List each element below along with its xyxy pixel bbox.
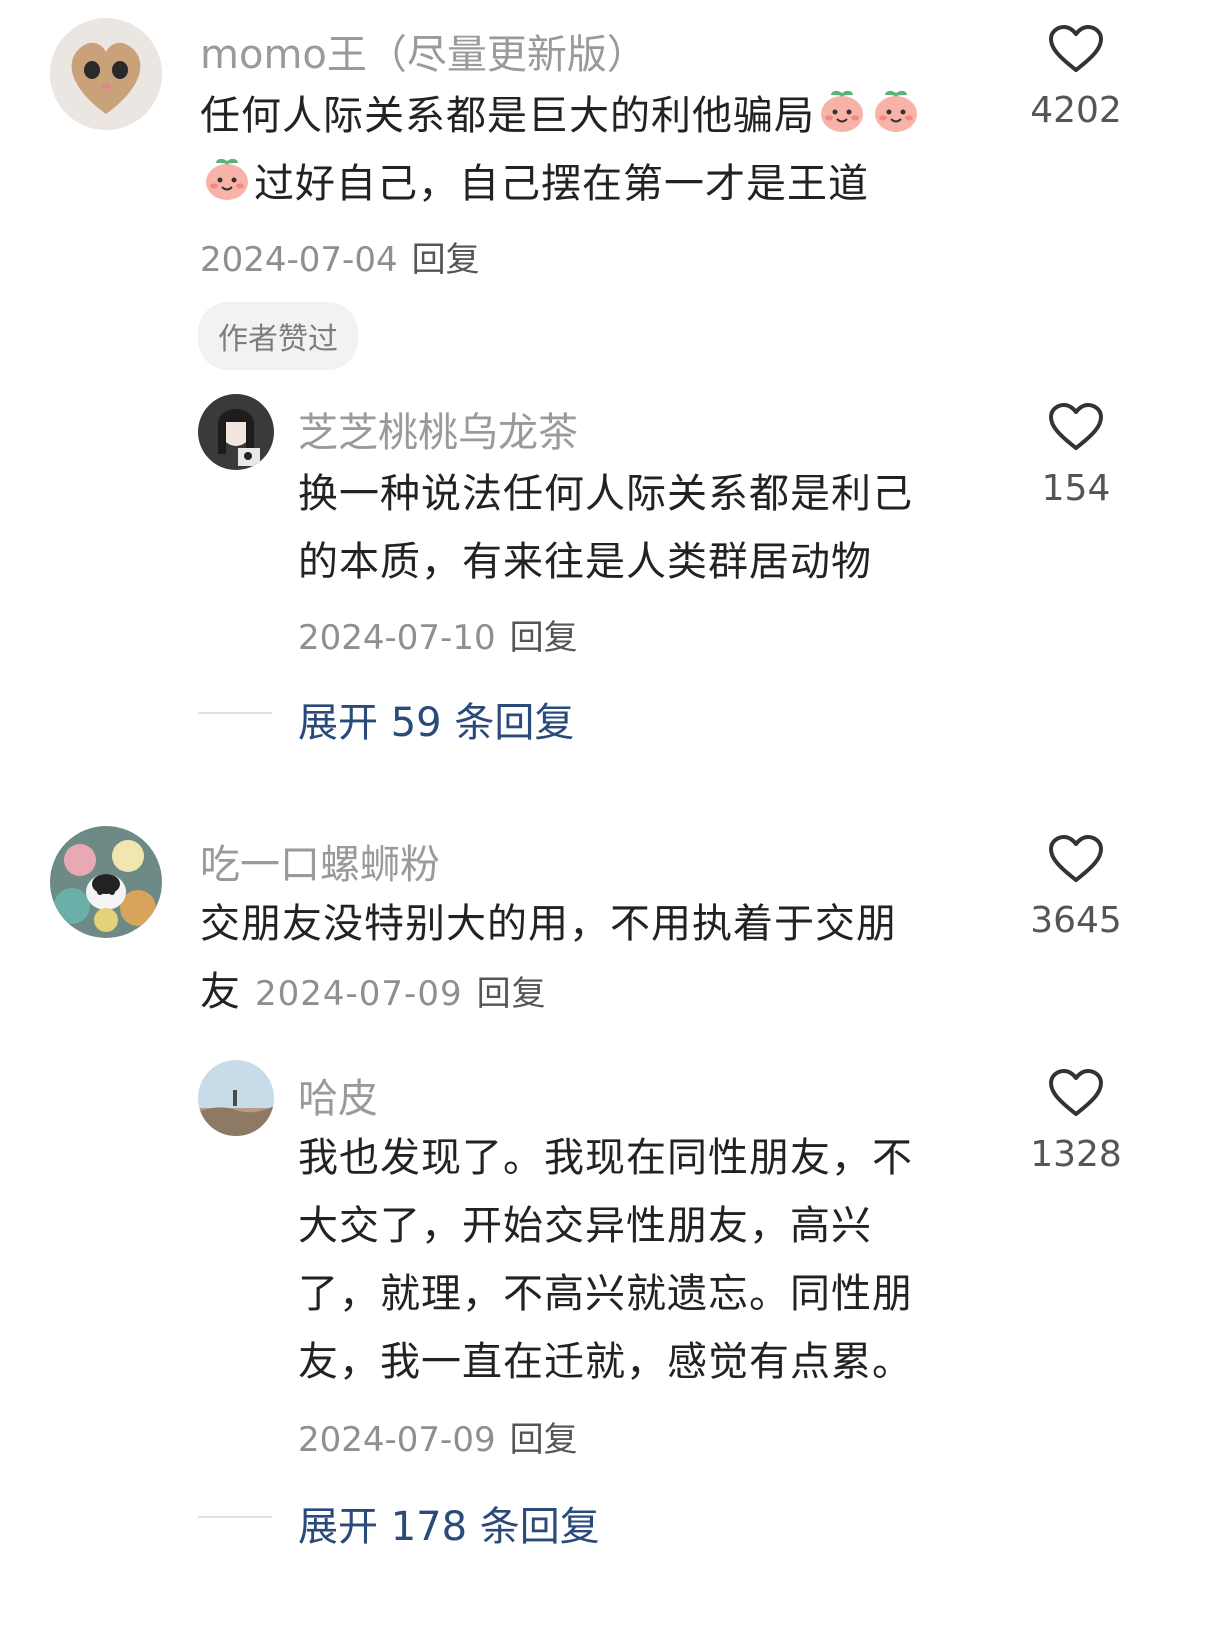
comment-text-line: 任何人际关系都是巨大的利他骗局 — [200, 93, 815, 139]
reply-text-line: 的本质，有来往是人类群居动物 — [298, 539, 872, 585]
author-liked-badge: 作者赞过 — [198, 302, 358, 370]
reply-username[interactable]: 哈皮 — [298, 1066, 378, 1124]
avatar[interactable] — [198, 394, 274, 470]
reply-date: 2024-07-09 — [298, 1420, 496, 1460]
comment-text: 交朋友没特别大的用，不用执着于交朋 友 2024-07-09 回复 — [200, 890, 1000, 1028]
reply-username[interactable]: 芝芝桃桃乌龙茶 — [298, 400, 578, 458]
reply-button[interactable]: 回复 — [477, 974, 547, 1014]
divider — [198, 1516, 272, 1518]
expand-replies-button[interactable]: 展开 178 条回复 — [298, 1494, 600, 1552]
heart-icon — [1049, 403, 1103, 450]
peach-face-emoji-icon — [202, 153, 252, 203]
reply-text-line: 了，就理，不高兴就遗忘。同性朋 — [298, 1271, 913, 1317]
like-button[interactable]: 3645 — [1016, 834, 1136, 941]
reply-text-line: 友，我一直在迁就，感觉有点累。 — [298, 1339, 913, 1385]
peach-face-emoji-icon — [871, 85, 921, 135]
divider — [198, 712, 272, 714]
comment-date: 2024-07-04 — [200, 240, 398, 280]
avatar[interactable] — [50, 18, 162, 130]
reply-button[interactable]: 回复 — [510, 618, 578, 658]
comment-date: 2024-07-09 — [255, 974, 463, 1014]
reply-date: 2024-07-10 — [298, 618, 496, 658]
heart-icon — [1049, 835, 1103, 882]
reply-text-line: 我也发现了。我现在同性朋友，不 — [298, 1135, 913, 1181]
reply-text-line: 大交了，开始交异性朋友，高兴 — [298, 1203, 872, 1249]
comment-meta: 2024-07-09 回复 — [255, 974, 547, 1014]
reply-text: 我也发现了。我现在同性朋友，不 大交了，开始交异性朋友，高兴 了，就理，不高兴就… — [298, 1124, 998, 1396]
like-count: 4202 — [1030, 90, 1122, 131]
comment-text-line: 过好自己，自己摆在第一才是王道 — [254, 161, 869, 207]
heart-icon — [1049, 1069, 1103, 1116]
like-button[interactable]: 4202 — [1016, 24, 1136, 131]
reply-button[interactable]: 回复 — [412, 240, 480, 280]
comment-username[interactable]: 吃一口螺蛳粉 — [200, 832, 440, 890]
avatar[interactable] — [198, 1060, 274, 1136]
comment-username[interactable]: momo王（尽量更新版） — [200, 22, 647, 80]
like-button[interactable]: 1328 — [1016, 1068, 1136, 1175]
like-button[interactable]: 154 — [1016, 402, 1136, 509]
reply-text-line: 换一种说法任何人际关系都是利己 — [298, 471, 913, 517]
expand-replies-button[interactable]: 展开 59 条回复 — [298, 690, 574, 748]
like-count: 1328 — [1030, 1134, 1122, 1175]
reply-meta: 2024-07-10 回复 — [298, 610, 578, 659]
landscape-avatar-icon — [198, 1060, 274, 1136]
comment-text: 任何人际关系都是巨大的利他骗局 过好自己，自己摆在第一才是王道 — [200, 82, 990, 218]
peach-face-emoji-icon — [817, 85, 867, 135]
cat-avatar-icon — [50, 18, 162, 130]
comment-text-line: 交朋友没特别大的用，不用执着于交朋 — [200, 901, 897, 947]
avatar[interactable] — [50, 826, 162, 938]
comment-text-line: 友 — [200, 969, 241, 1015]
like-count: 3645 — [1030, 900, 1122, 941]
reply-meta: 2024-07-09 回复 — [298, 1412, 578, 1461]
plush-toys-avatar-icon — [50, 826, 162, 938]
heart-icon — [1049, 25, 1103, 72]
like-count: 154 — [1041, 468, 1111, 509]
reply-button[interactable]: 回复 — [510, 1420, 578, 1460]
user-avatar-icon — [198, 394, 274, 470]
reply-text: 换一种说法任何人际关系都是利己 的本质，有来往是人类群居动物 — [298, 460, 998, 596]
comment-meta: 2024-07-04 回复 — [200, 232, 480, 281]
